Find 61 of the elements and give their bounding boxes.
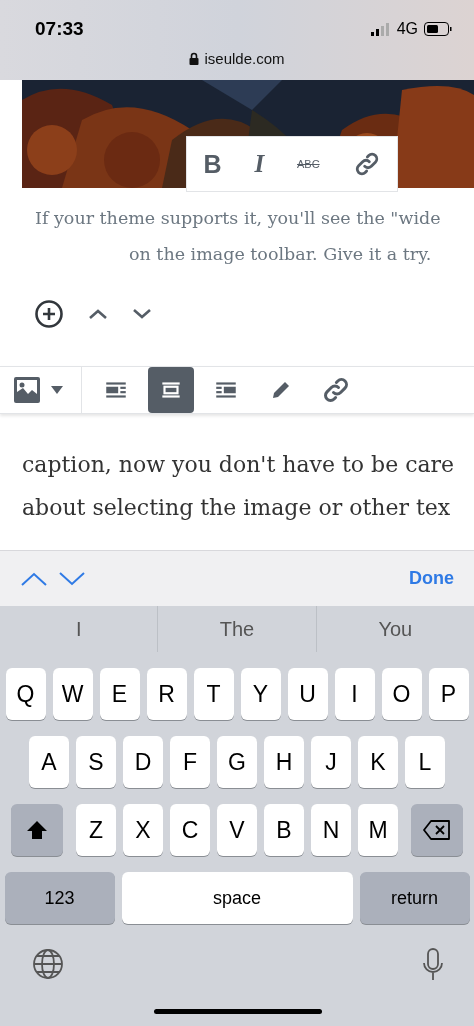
letter-key[interactable]: D [123,736,163,788]
letter-key[interactable]: M [358,804,398,856]
letter-key[interactable]: B [264,804,304,856]
letter-key[interactable]: V [217,804,257,856]
image-icon [13,376,41,404]
letter-key[interactable]: Q [5,668,46,720]
paragraph-line[interactable]: caption, now you don't have to be care [0,443,474,486]
shift-icon [26,820,48,840]
battery-icon [424,22,452,36]
done-button[interactable]: Done [409,568,454,589]
chevron-down-icon[interactable] [58,570,86,587]
paragraph-line[interactable]: about selecting the image or other tex [0,486,474,529]
backspace-key[interactable] [411,804,463,856]
globe-icon[interactable] [32,948,64,980]
letter-key[interactable]: A [29,736,69,788]
align-center-button[interactable] [148,367,194,413]
letter-key[interactable]: U [287,668,328,720]
space-key[interactable]: space [121,872,353,924]
image-caption[interactable]: If your theme supports it, you'll see the "wide [0,200,474,236]
letter-key[interactable]: Y [240,668,281,720]
suggestion[interactable]: I [0,606,158,652]
letter-key[interactable]: O [381,668,422,720]
letter-key[interactable]: F [170,736,210,788]
letter-key[interactable]: H [264,736,304,788]
backspace-icon [423,820,451,840]
letter-key[interactable]: S [76,736,116,788]
letter-key[interactable]: W [52,668,93,720]
chevron-down-icon[interactable] [132,308,152,320]
caret-icon [51,386,63,394]
signal-icon [370,22,391,36]
strikethrough-button[interactable]: ABC [297,158,320,170]
link-icon [321,375,351,405]
chevron-up-icon[interactable] [20,570,48,587]
return-key[interactable]: return [359,872,470,924]
url-text[interactable]: iseulde.com [204,50,285,67]
letter-key[interactable]: C [170,804,210,856]
letter-key[interactable]: N [311,804,351,856]
suggestion[interactable]: The [157,606,316,652]
image-caption[interactable]: on the image toolbar. Give it a try. [129,244,432,264]
letter-key[interactable]: J [311,736,351,788]
chevron-up-icon[interactable] [88,308,108,320]
bold-button[interactable]: B [203,149,222,179]
microphone-icon[interactable] [422,948,444,982]
letter-key[interactable]: T [193,668,234,720]
letter-key[interactable]: K [358,736,398,788]
letter-key[interactable]: X [123,804,163,856]
letter-key[interactable]: G [217,736,257,788]
numbers-key[interactable]: 123 [4,872,115,924]
lock-icon [189,52,200,65]
letter-key[interactable]: R [146,668,187,720]
shift-key[interactable] [11,804,63,856]
network-type: 4G [396,20,418,38]
italic-button[interactable]: I [254,150,265,178]
letter-key[interactable]: P [428,668,469,720]
letter-key[interactable]: E [99,668,140,720]
suggestion[interactable]: You [315,606,474,652]
letter-key[interactable]: I [334,668,375,720]
add-block-icon[interactable] [34,299,64,329]
letter-key[interactable]: L [405,736,445,788]
letter-key[interactable]: Z [76,804,116,856]
clock-time: 07:33 [35,18,84,40]
